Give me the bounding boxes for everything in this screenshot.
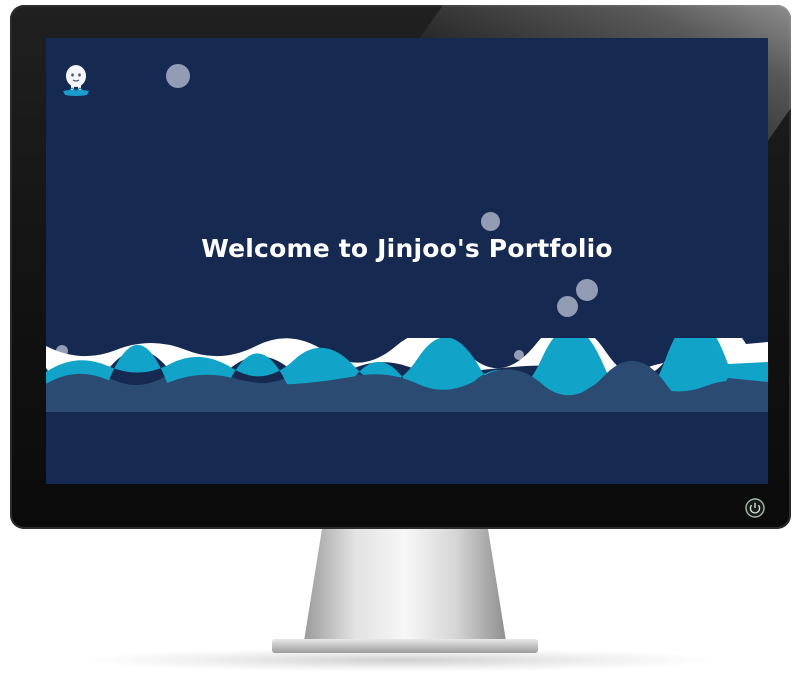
- welcome-headline: Welcome to Jinjoo's Portfolio: [201, 234, 613, 263]
- water-body: [46, 412, 768, 484]
- bubble: [557, 296, 578, 317]
- bubble: [481, 212, 500, 231]
- ocean-waves: [46, 338, 768, 484]
- bubble: [166, 64, 190, 88]
- power-icon[interactable]: [745, 498, 765, 518]
- monitor-mockup: Welcome to Jinjoo's Portfolio: [0, 0, 801, 689]
- bubble: [576, 279, 598, 301]
- monitor-screen: Welcome to Jinjoo's Portfolio: [46, 38, 768, 484]
- monitor-stand: [272, 529, 538, 653]
- mascot-logo-icon[interactable]: [60, 62, 92, 98]
